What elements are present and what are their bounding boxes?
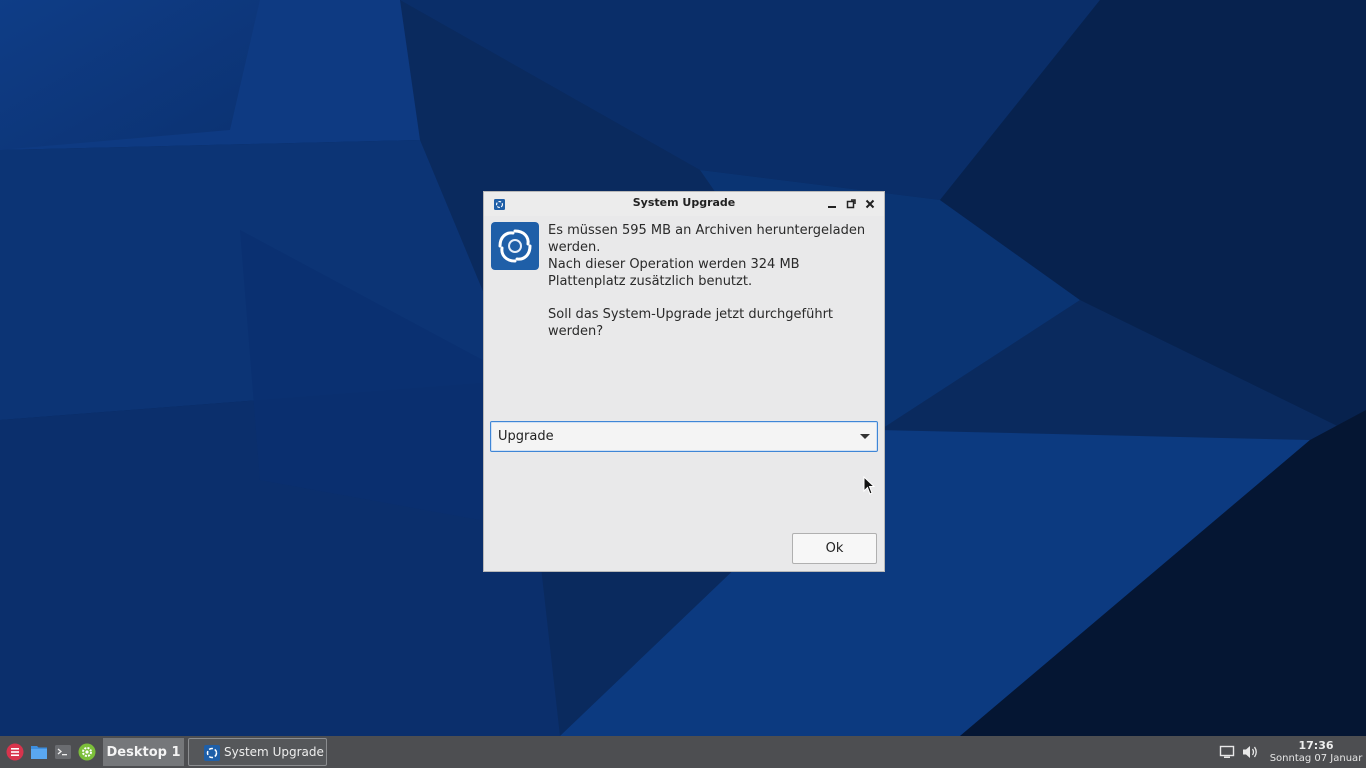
settings-icon[interactable]	[78, 743, 96, 761]
titlebar[interactable]: System Upgrade	[484, 192, 884, 216]
system-upgrade-icon	[491, 222, 539, 270]
dialog-message: Es müssen 595 MB an Archiven heruntergel…	[548, 222, 878, 340]
maximize-icon	[846, 199, 856, 209]
taskbar: Desktop 1 System Upgrade 17:36 Sonntag 0…	[0, 736, 1366, 768]
close-button[interactable]	[863, 197, 877, 211]
mouse-cursor-icon	[863, 476, 875, 495]
chevron-down-icon	[860, 434, 870, 439]
app-menu-icon[interactable]	[6, 743, 24, 761]
taskbar-window-system-upgrade[interactable]: System Upgrade	[188, 738, 327, 766]
minimize-icon	[828, 206, 836, 208]
action-combobox[interactable]: Upgrade	[490, 421, 878, 452]
terminal-icon[interactable]	[54, 743, 72, 761]
clock-time[interactable]: 17:36	[1270, 739, 1362, 752]
confirm-question: Soll das System-Upgrade jetzt durchgefüh…	[548, 307, 834, 339]
workspace-switcher[interactable]: Desktop 1	[103, 738, 184, 766]
maximize-button[interactable]	[844, 197, 858, 211]
system-upgrade-dialog: System Upgrade Es müssen 595 MB an Archi…	[483, 191, 885, 572]
taskbar-window-label: System Upgrade	[224, 745, 324, 759]
system-upgrade-icon	[204, 745, 220, 761]
ok-button[interactable]: Ok	[792, 533, 877, 564]
download-size-text: Es müssen 595 MB an Archiven heruntergel…	[548, 223, 866, 255]
display-icon[interactable]	[1219, 744, 1235, 760]
volume-icon[interactable]	[1242, 744, 1259, 760]
disk-usage-text: Nach dieser Operation werden 324 MB Plat…	[548, 257, 800, 289]
system-upgrade-icon	[494, 199, 505, 210]
clock-date[interactable]: Sonntag 07 Januar	[1266, 753, 1366, 764]
close-icon	[865, 199, 875, 209]
window-title: System Upgrade	[632, 196, 736, 209]
minimize-button[interactable]	[825, 197, 839, 211]
combobox-value: Upgrade	[498, 429, 554, 444]
file-manager-icon[interactable]	[30, 743, 48, 761]
